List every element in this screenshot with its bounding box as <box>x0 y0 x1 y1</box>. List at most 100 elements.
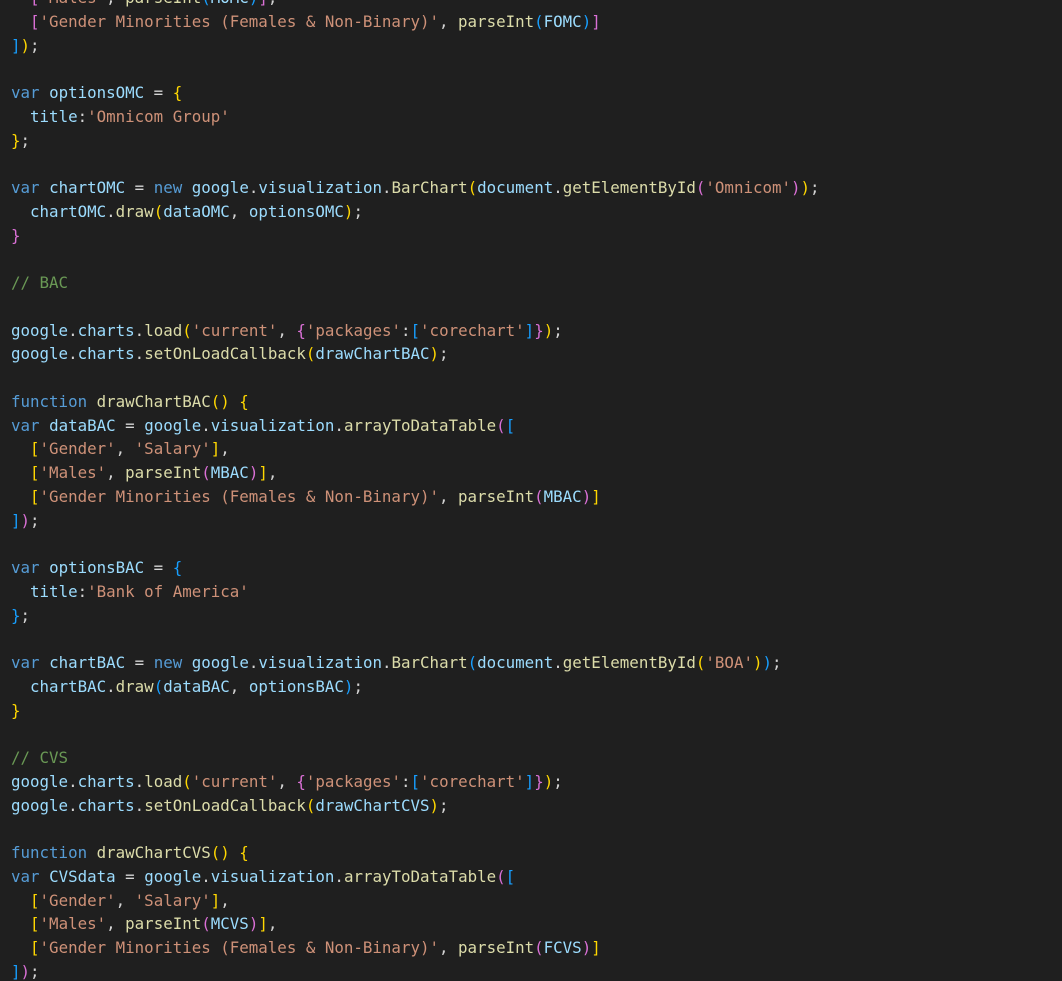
code-text: , <box>106 0 125 7</box>
bracket-token: { <box>172 83 183 102</box>
code-line: ]); <box>11 960 820 981</box>
comment-token: // BAC <box>11 273 69 292</box>
bracket-token: ] <box>591 11 601 31</box>
bracket-token: ] <box>210 439 221 459</box>
keyword-token: new <box>153 653 183 672</box>
code-line: function drawChartCVS() { <box>11 841 820 865</box>
string-token: 'Gender Minorities (Females & Non-Binary… <box>39 11 439 31</box>
comment-token: // CVS <box>11 748 69 767</box>
code-text: . <box>553 653 563 672</box>
code-line: google.charts.setOnLoadCallback(drawChar… <box>11 794 820 818</box>
code-editor[interactable]: ['Males', parseInt(MOMC)], ['Gender Mino… <box>0 0 1062 981</box>
function-token: drawChartCVS <box>96 843 211 862</box>
function-token: draw <box>115 201 154 221</box>
code-text: = <box>144 558 173 577</box>
code-line: } <box>11 224 820 248</box>
code-line: ['Males', parseInt(MBAC)], <box>11 461 820 485</box>
code-line: ['Gender', 'Salary'], <box>11 889 820 913</box>
code-line: title:'Omnicom Group' <box>11 105 820 129</box>
string-token: 'BOA' <box>705 653 753 672</box>
identifier-token: charts <box>77 320 135 340</box>
bracket-token: } <box>11 225 21 245</box>
string-token: 'Gender Minorities (Females & Non-Binary… <box>39 486 439 506</box>
string-token: 'corechart' <box>420 320 525 340</box>
bracket-token: ] <box>524 320 535 340</box>
bracket-token: ] <box>258 914 268 934</box>
bracket-token: ( <box>305 344 316 364</box>
keyword-token: var <box>11 415 40 435</box>
code-line: ]); <box>11 509 820 533</box>
bracket-token: ) <box>249 0 259 7</box>
bracket-token: } <box>534 771 544 791</box>
keyword-token: var <box>11 83 40 102</box>
bracket-token: ) <box>248 914 259 934</box>
string-token: 'Bank of America' <box>87 581 249 601</box>
string-token: 'packages' <box>305 320 402 340</box>
bracket-token: } <box>11 605 21 625</box>
code-line: ]); <box>11 34 820 58</box>
identifier-token: MOMC <box>211 0 249 7</box>
code-text: ; <box>20 605 31 625</box>
string-token: 'Males' <box>39 914 107 934</box>
code-text: , <box>439 11 459 31</box>
bracket-token: ) <box>762 653 772 672</box>
identifier-token: google <box>11 795 69 815</box>
string-token: 'Males' <box>39 463 107 482</box>
bracket-token: [ <box>30 890 40 910</box>
code-line: title:'Bank of America' <box>11 580 820 604</box>
bracket-token: [ <box>410 771 421 791</box>
string-token: 'current' <box>191 771 278 791</box>
code-line: var optionsOMC = { <box>11 81 820 105</box>
code-text: ; <box>30 961 40 981</box>
bracket-token: [ <box>30 11 40 31</box>
bracket-token: ] <box>11 35 21 55</box>
string-token: 'corechart' <box>420 771 525 791</box>
function-token: arrayToDataTable <box>343 866 497 886</box>
identifier-token: optionsOMC <box>248 201 344 221</box>
string-token: 'Gender' <box>39 890 116 910</box>
function-token: draw <box>115 676 154 696</box>
bracket-token: [ <box>505 866 516 886</box>
identifier-token: drawChartBAC <box>315 344 430 364</box>
string-token: 'Omnicom Group' <box>87 106 230 126</box>
keyword-token: var <box>11 653 40 672</box>
identifier-token: google <box>144 415 202 435</box>
identifier-token: optionsBAC <box>49 558 145 577</box>
code-line: var chartOMC = new google.visualization.… <box>11 176 820 200</box>
function-token: setOnLoadCallback <box>144 795 306 815</box>
code-line: ['Males', parseInt(MCVS)], <box>11 912 820 936</box>
string-token: 'Omnicom' <box>705 178 792 197</box>
identifier-token: charts <box>77 771 135 791</box>
code-text: . <box>382 653 392 672</box>
identifier-token: optionsOMC <box>49 83 145 102</box>
function-token: load <box>144 320 183 340</box>
code-text: , <box>229 676 249 696</box>
bracket-token: [ <box>410 320 421 340</box>
bracket-token: ( <box>534 486 544 506</box>
code-text: , <box>277 320 297 340</box>
function-token: arrayToDataTable <box>343 415 497 435</box>
code-text: . <box>334 866 344 886</box>
identifier-token: visualization <box>258 653 382 672</box>
bracket-token: ( <box>201 463 211 482</box>
function-token: drawChartBAC <box>96 391 211 411</box>
bracket-token: [ <box>30 938 40 957</box>
bracket-token: ) <box>543 771 554 791</box>
bracket-token: ( <box>201 0 211 7</box>
bracket-token: ( <box>182 320 192 340</box>
identifier-token: visualization <box>210 415 335 435</box>
identifier-token: google <box>11 320 69 340</box>
code-content[interactable]: ['Males', parseInt(MOMC)], ['Gender Mino… <box>11 0 820 981</box>
